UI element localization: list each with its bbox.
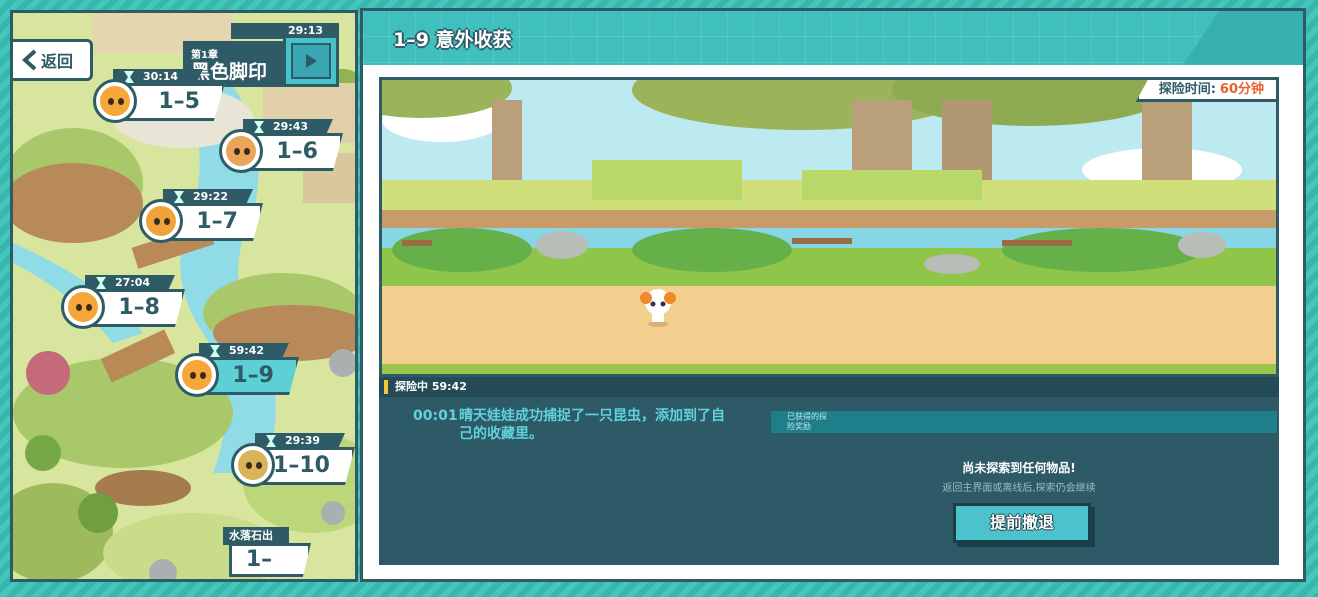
back-button[interactable]: 返回 (13, 39, 93, 81)
hourglass-icon (174, 191, 184, 203)
stage-node-avatar (93, 79, 137, 123)
exploration-log: 探险中 59:42 00:01晴天娃娃成功捕捉了一只昆虫，添加到了自己的收藏里。… (379, 377, 1279, 565)
hourglass-icon (96, 277, 106, 289)
chapter-play-button[interactable] (283, 35, 339, 87)
stage-node-timer: 29:43 (273, 120, 309, 133)
stage-node-1-10[interactable]: 29:39 1–10 (231, 433, 355, 489)
hourglass-icon (266, 435, 276, 447)
empty-rewards-title: 尚未探索到任何物品! (962, 461, 1076, 475)
stage-node-1-8[interactable]: 27:04 1–8 (61, 275, 215, 331)
back-button-label: 返回 (41, 52, 74, 71)
stage-node-1-11[interactable]: 水落石出 1–11 (223, 527, 323, 579)
header-decoration (1183, 11, 1303, 65)
hourglass-icon (254, 121, 264, 133)
stage-node-avatar (219, 129, 263, 173)
stage-detail-panel: 1–9 意外收获 探险时间: 60分钟 探险中 59:42 00:01晴天娃娃成… (360, 8, 1306, 582)
stage-node-avatar (231, 443, 275, 487)
stage-node-label: 1–11 (229, 543, 311, 577)
log-status: 探险中 59:42 (379, 377, 1279, 397)
stage-node-name: 水落石出 (223, 527, 289, 545)
chapter-number: 第1章 (191, 50, 218, 61)
scene-illustration (382, 80, 1276, 374)
explore-time-badge: 探险时间: 60分钟 (1135, 80, 1276, 102)
stage-node-timer: 29:22 (193, 190, 229, 203)
empty-rewards-subtitle: 返回主界面或离线后,探索仍会继续 (942, 483, 1096, 494)
log-entry-time: 00:01 (413, 408, 458, 424)
stage-node-avatar (61, 285, 105, 329)
stage-node-1-5[interactable]: 30:14 1–5 (93, 69, 243, 125)
reward-label: 已获得的探险奖励 (787, 412, 827, 431)
stage-node-timer: 27:04 (115, 276, 151, 289)
back-chevron-icon (22, 49, 37, 71)
stage-node-timer: 29:39 (285, 434, 321, 447)
reward-bar: 已获得的探险奖励 (771, 411, 1277, 433)
stage-node-avatar (139, 199, 183, 243)
explore-time-label: 探险时间: (1158, 82, 1216, 97)
retreat-button[interactable]: 提前撤退 (953, 503, 1091, 543)
log-entry-message: 晴天娃娃成功捕捉了一只昆虫，添加到了自己的收藏里。 (459, 408, 725, 442)
stage-map-panel[interactable]: 返回 29:13 第1章 黑色脚印 30:14 1–5 29:43 1–6 29… (10, 10, 358, 582)
hourglass-icon (210, 345, 220, 357)
stage-node-timer: 30:14 (143, 70, 179, 83)
stage-node-1-6[interactable]: 29:43 1–6 (219, 119, 355, 175)
detail-header: 1–9 意外收获 (363, 11, 1303, 65)
stage-title: 1–9 意外收获 (393, 29, 512, 51)
log-entry: 00:01晴天娃娃成功捕捉了一只昆虫，添加到了自己的收藏里。 (413, 407, 733, 443)
explore-time-value: 60分钟 (1219, 82, 1264, 97)
stage-node-timer: 59:42 (229, 344, 265, 357)
stage-node-avatar (175, 353, 219, 397)
exploration-scene: 探险时间: 60分钟 (379, 77, 1279, 377)
play-icon (306, 54, 317, 68)
stage-node-1-9[interactable]: 59:42 1–9 (175, 343, 329, 399)
stage-node-1-7[interactable]: 29:22 1–7 (139, 189, 293, 245)
